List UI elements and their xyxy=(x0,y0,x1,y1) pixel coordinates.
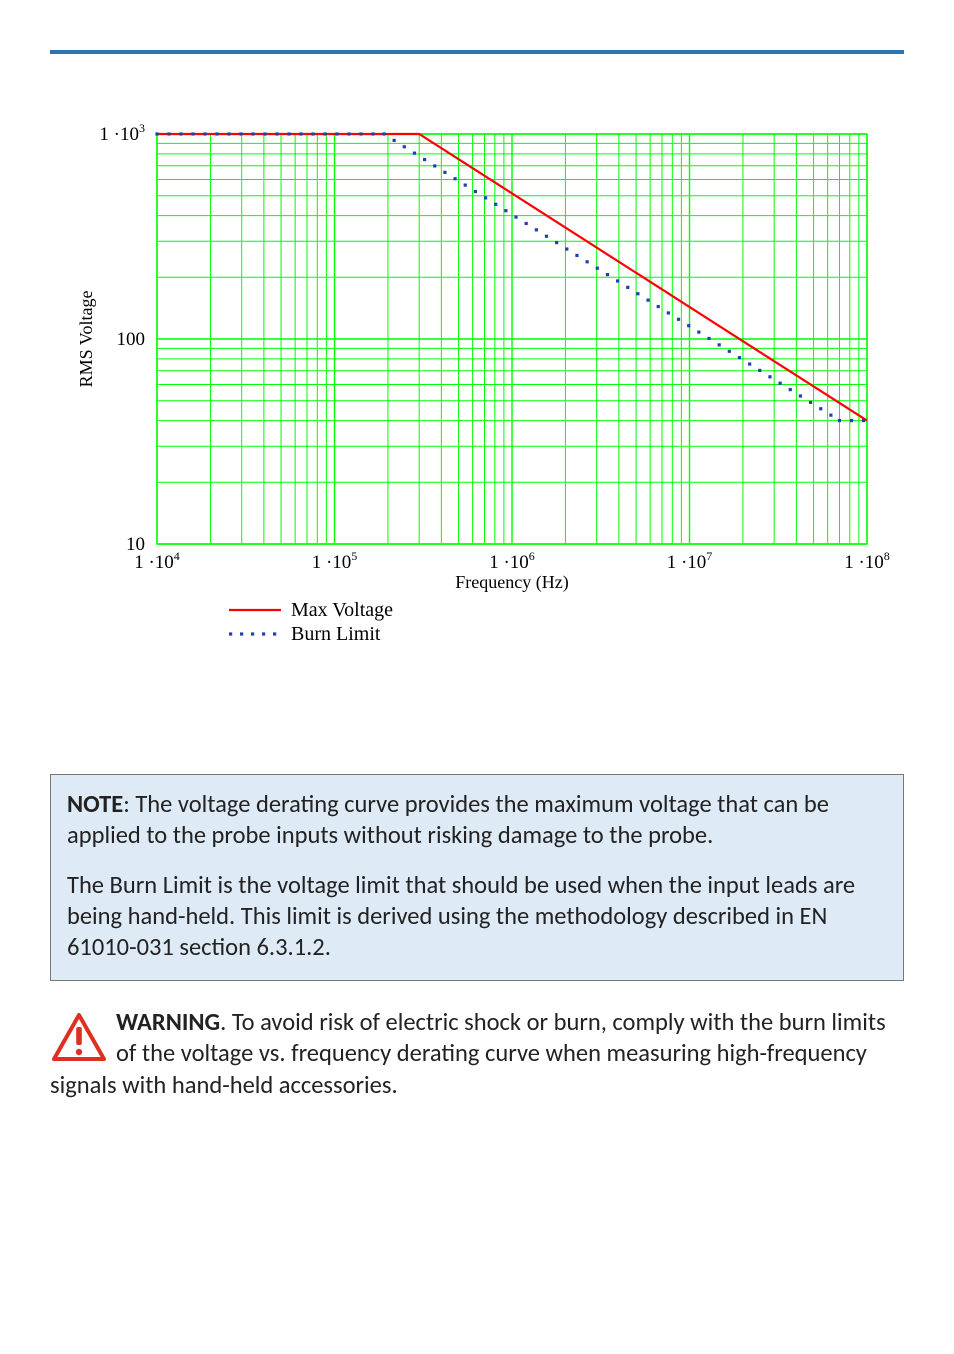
svg-text:1 ·107: 1 ·107 xyxy=(667,549,713,573)
warning-icon xyxy=(52,1013,106,1069)
svg-text:1 ·106: 1 ·106 xyxy=(489,549,535,573)
note-box: NOTE: The voltage derating curve provide… xyxy=(50,774,904,981)
svg-text:1 ·105: 1 ·105 xyxy=(312,549,358,573)
svg-text:RMS Voltage: RMS Voltage xyxy=(76,291,96,388)
svg-text:Frequency (Hz): Frequency (Hz) xyxy=(455,572,568,593)
svg-text:100: 100 xyxy=(117,329,146,350)
svg-text:Max Voltage: Max Voltage xyxy=(291,599,393,621)
svg-text:1 ·104: 1 ·104 xyxy=(134,549,180,573)
note-label: NOTE xyxy=(67,789,123,819)
header-rule xyxy=(50,50,904,54)
svg-text:1 ·103: 1 ·103 xyxy=(99,121,145,145)
svg-text:1 ·108: 1 ·108 xyxy=(844,549,890,573)
svg-text:Burn Limit: Burn Limit xyxy=(291,623,381,645)
chart-svg: 101001 ·1031 ·1041 ·1051 ·1061 ·1071 ·10… xyxy=(62,114,892,674)
note-text-1: : The voltage derating curve provides th… xyxy=(67,789,829,850)
note-paragraph-1: NOTE: The voltage derating curve provide… xyxy=(67,789,887,852)
warning-label: WARNING xyxy=(116,1007,220,1037)
derating-chart: 101001 ·1031 ·1041 ·1051 ·1061 ·1071 ·10… xyxy=(62,114,892,679)
note-paragraph-2: The Burn Limit is the voltage limit that… xyxy=(67,870,887,964)
warning-block: WARNING. To avoid risk of electric shock… xyxy=(50,1007,904,1101)
